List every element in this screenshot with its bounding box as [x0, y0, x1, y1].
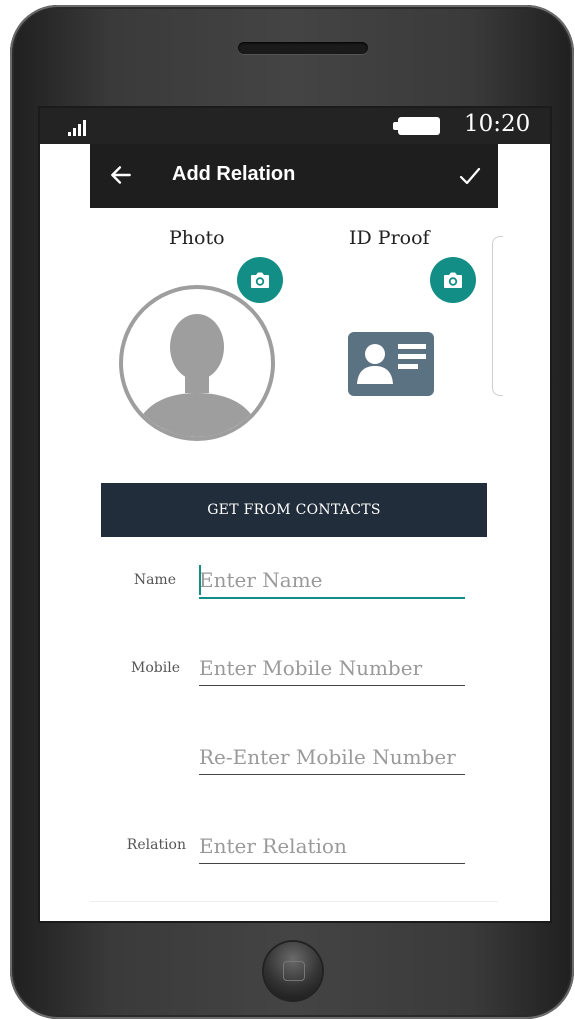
phone-frame: 10:20 Add Relation Photo ID Proof GET FR… — [10, 5, 574, 1019]
name-input[interactable] — [199, 563, 465, 599]
battery-icon — [393, 117, 440, 135]
check-icon[interactable] — [458, 164, 482, 188]
mobile-input[interactable] — [199, 651, 465, 686]
photo-label: Photo — [169, 227, 225, 249]
relation-label: Relation — [126, 837, 186, 853]
camera-icon — [444, 272, 462, 288]
page-title: Add Relation — [172, 163, 296, 185]
id-proof-label: ID Proof — [349, 227, 430, 249]
re-enter-mobile-input[interactable] — [199, 740, 465, 775]
status-time: 10:20 — [464, 111, 531, 137]
add-relation-screen: Add Relation Photo ID Proof GET FROM CON… — [90, 144, 503, 904]
photo-camera-button[interactable] — [237, 257, 283, 303]
get-from-contacts-button[interactable]: GET FROM CONTACTS — [101, 483, 487, 537]
relation-input[interactable] — [199, 829, 465, 864]
next-card-edge — [492, 236, 503, 396]
divider — [90, 901, 498, 902]
camera-icon — [251, 272, 269, 288]
phone-screen: 10:20 Add Relation Photo ID Proof GET FR… — [40, 108, 550, 921]
person-avatar-icon[interactable] — [119, 285, 275, 441]
mobile-label: Mobile — [131, 660, 180, 676]
arrow-left-icon[interactable] — [108, 162, 134, 188]
name-label: Name — [133, 572, 176, 588]
app-bar: Add Relation — [90, 144, 498, 208]
text-caret — [199, 565, 201, 595]
signal-icon — [68, 120, 90, 136]
home-button[interactable] — [264, 942, 322, 1000]
id-card-icon[interactable] — [348, 332, 434, 396]
id-proof-camera-button[interactable] — [430, 257, 476, 303]
speaker-grille — [238, 42, 368, 54]
status-bar: 10:20 — [40, 108, 550, 144]
